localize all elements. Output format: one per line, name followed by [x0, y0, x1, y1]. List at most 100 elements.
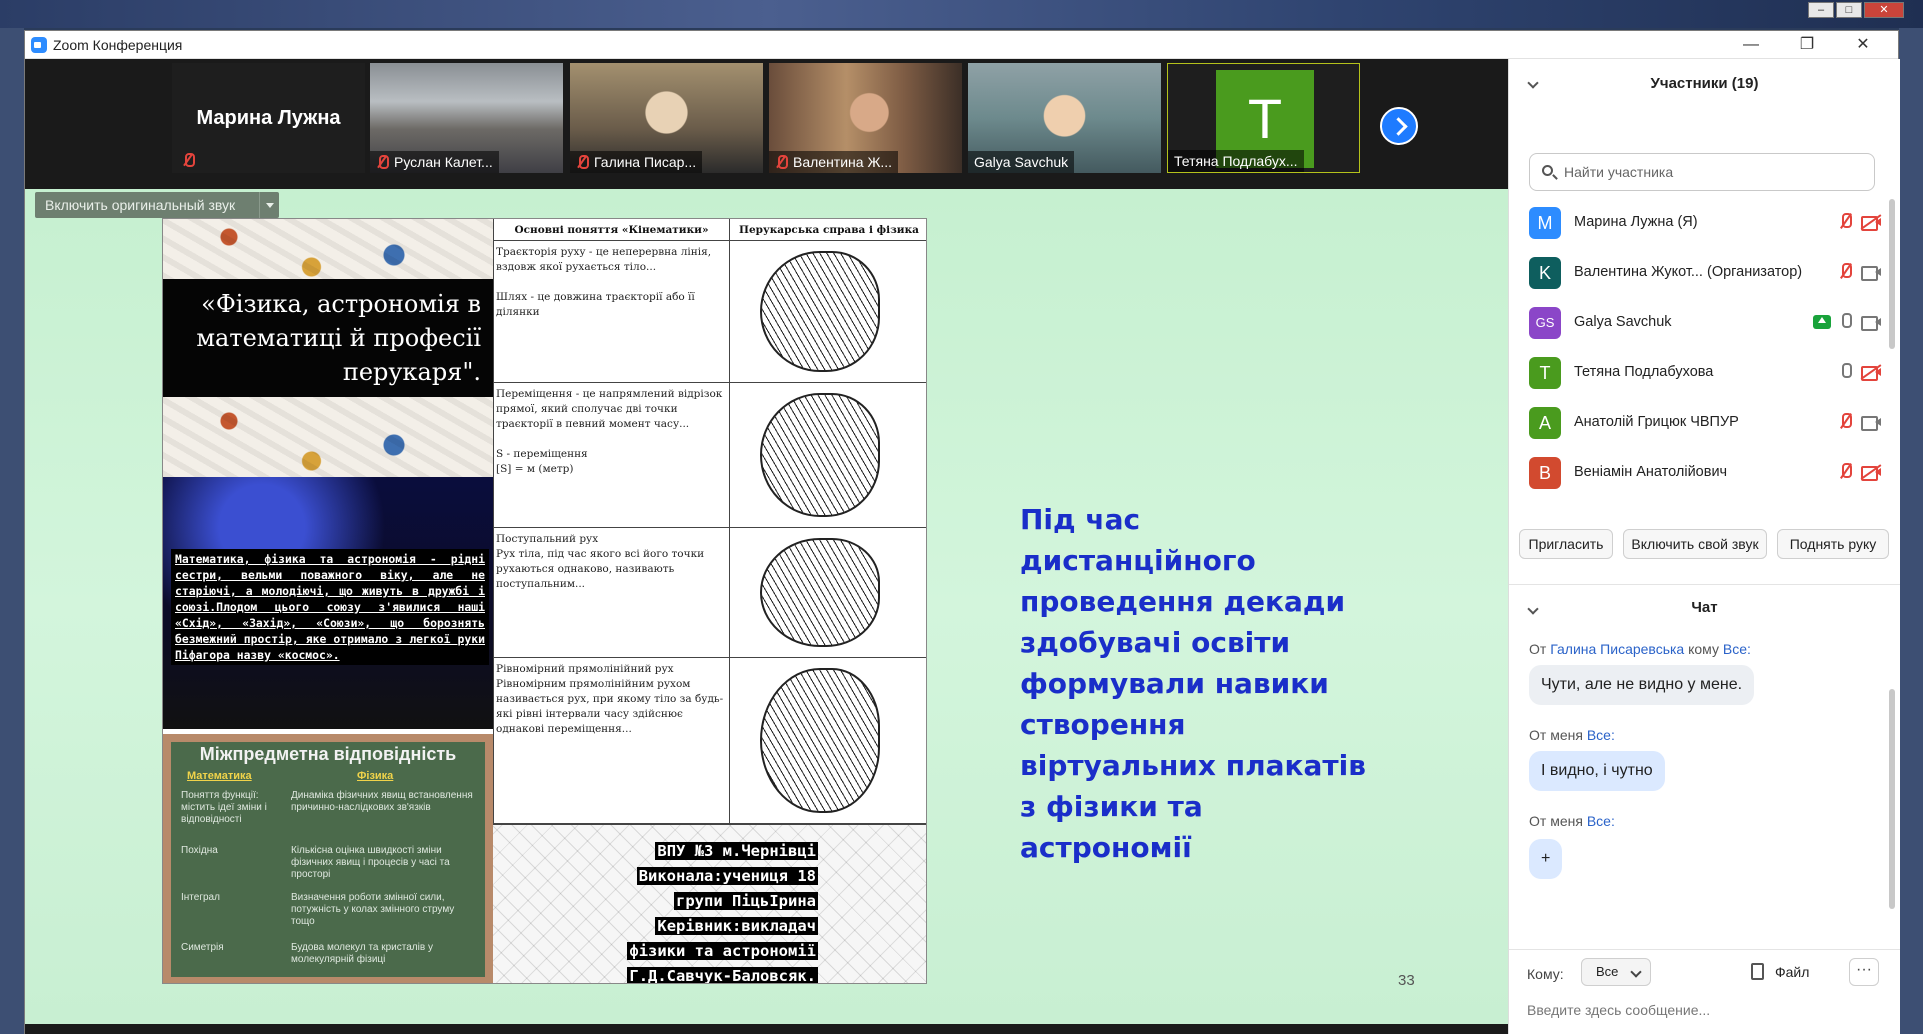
restore-button[interactable]: ❐: [1787, 33, 1827, 57]
invite-button[interactable]: Пригласить: [1519, 529, 1613, 559]
mic-icon[interactable]: [1839, 363, 1853, 381]
doodle-image: [163, 219, 493, 279]
chevron-down-icon[interactable]: [259, 192, 279, 218]
poster-space-text: Математика, фізика та астрономія - рідні…: [171, 549, 489, 665]
tile-name: Руслан Калет...: [394, 154, 493, 170]
video-strip: Марина Лужна Руслан Калет... Галина Писа…: [25, 59, 1508, 189]
poster-left-column: «Фізика, астрономія в математиці й профе…: [163, 219, 493, 983]
camera-off-icon[interactable]: [1860, 364, 1882, 381]
chat-message: +: [1529, 839, 1563, 879]
slide-number: 33: [1398, 972, 1415, 989]
tile-name: Галина Писар...: [594, 154, 697, 170]
next-page-arrow-icon[interactable]: [1380, 107, 1418, 145]
video-tile[interactable]: Руслан Калет...: [370, 63, 563, 173]
screen-share-area: Включить оригинальный звук «Фізика, астр…: [25, 189, 1508, 1024]
hair-sketch-image: [730, 383, 926, 528]
kinematics-header: Основні поняття «Кінематики»: [494, 219, 729, 241]
close-button[interactable]: ✕: [1843, 33, 1883, 57]
chat-scrollbar[interactable]: [1889, 689, 1895, 909]
kinematics-cell: Траєкторія руху - це неперервна лінія, в…: [494, 241, 730, 383]
original-sound-button[interactable]: Включить оригинальный звук: [35, 192, 279, 218]
credit-line: фізики та астрономії: [627, 942, 818, 960]
camera-off-icon[interactable]: [1860, 464, 1882, 481]
participant-actions: Пригласить Включить свой звук Поднять ру…: [1519, 529, 1891, 559]
video-tile[interactable]: Galya Savchuk: [968, 63, 1161, 173]
video-tile-active-speaker[interactable]: Марина Лужна: [172, 63, 365, 173]
zoom-window: Zoom Конференция — ❐ ✕ Марина Лужна Русл…: [24, 30, 1900, 1034]
board-col-phys: Фізика: [357, 770, 394, 782]
tile-name: Валентина Ж...: [793, 154, 893, 170]
mic-muted-icon[interactable]: [1839, 413, 1853, 431]
minimize-button[interactable]: —: [1731, 33, 1771, 57]
mic-muted-icon: [376, 155, 389, 169]
desktop-left-edge: [0, 28, 24, 1034]
participant-name: Валентина Жукот... (Организатор): [1574, 264, 1803, 280]
participant-name: Марина Лужна (Я): [1574, 214, 1698, 230]
window-title: Zoom Конференция: [53, 37, 183, 53]
credit-line: Керівник:викладач: [655, 917, 818, 935]
raise-hand-button[interactable]: Поднять руку: [1777, 529, 1889, 559]
mic-muted-icon[interactable]: [1839, 263, 1853, 281]
participant-row[interactable]: B Веніамін Анатолійович: [1509, 447, 1889, 497]
hairdressing-header: Перукарська справа і фізика: [730, 219, 926, 241]
avatar: GS: [1529, 307, 1561, 339]
message-input[interactable]: [1527, 998, 1867, 1022]
chalkboard-table: Міжпредметна відповідність Математика Фі…: [163, 734, 493, 983]
message-meta: От меня Все:: [1529, 813, 1615, 829]
recipient-link[interactable]: Все:: [1587, 727, 1615, 743]
recipient-link[interactable]: Все:: [1587, 813, 1615, 829]
original-sound-label: Включить оригинальный звук: [45, 197, 236, 213]
hair-sketch-image: [730, 658, 926, 824]
camera-off-icon[interactable]: [1860, 214, 1882, 231]
search-input[interactable]: Найти участника: [1529, 153, 1875, 191]
avatar: K: [1529, 257, 1561, 289]
board-row-right: Динаміка фізичних явищ встановлення прич…: [291, 790, 473, 813]
mic-muted-icon[interactable]: [1839, 463, 1853, 481]
participant-row[interactable]: K Валентина Жукот... (Организатор): [1509, 247, 1889, 297]
search-placeholder: Найти участника: [1564, 164, 1674, 180]
more-options-button[interactable]: ···: [1849, 958, 1879, 986]
camera-icon[interactable]: [1861, 416, 1881, 431]
mic-icon[interactable]: [1839, 313, 1853, 331]
outer-close-button[interactable]: ✕: [1864, 2, 1904, 18]
chat-header: Чат: [1509, 584, 1900, 624]
recipient-select[interactable]: Все: [1581, 958, 1651, 986]
unmute-self-button[interactable]: Включить свой звук: [1623, 529, 1767, 559]
hair-sketch-image: [730, 241, 926, 383]
video-tile[interactable]: Валентина Ж...: [769, 63, 962, 173]
file-icon: [1751, 963, 1764, 980]
participants-scrollbar[interactable]: [1889, 199, 1895, 349]
board-row-left: Інтеграл: [181, 892, 220, 903]
search-icon: [1542, 165, 1553, 176]
participant-row[interactable]: A Анатолій Грицюк ЧВПУР: [1509, 397, 1889, 447]
credit-line: Виконала:учениця 18: [636, 867, 818, 885]
participant-row[interactable]: M Марина Лужна (Я): [1509, 197, 1889, 247]
file-label: Файл: [1775, 964, 1810, 980]
outer-maximize-button[interactable]: □: [1836, 2, 1862, 18]
camera-icon[interactable]: [1861, 266, 1881, 281]
desktop-right-edge: [1899, 28, 1923, 1034]
participant-name: Galya Savchuk: [1574, 314, 1672, 330]
participant-row[interactable]: GS Galya Savchuk: [1509, 297, 1889, 347]
board-title: Міжпредметна відповідність: [199, 744, 457, 764]
mic-muted-icon: [576, 155, 589, 169]
file-button[interactable]: Файл: [1751, 963, 1810, 980]
poster-title: «Фізика, астрономія в математиці й профе…: [163, 279, 493, 397]
avatar: M: [1529, 207, 1561, 239]
mic-muted-icon: [775, 155, 788, 169]
to-label: Кому:: [1527, 966, 1564, 982]
participant-row[interactable]: T Тетяна Подлабухова: [1509, 347, 1889, 397]
mic-muted-icon[interactable]: [1839, 213, 1853, 231]
video-tile[interactable]: Галина Писар...: [570, 63, 763, 173]
credit-line: Г.Д.Савчук-Баловсяк.: [627, 967, 818, 984]
active-speaker-name: Марина Лужна: [196, 107, 341, 129]
recipient-link[interactable]: Все:: [1723, 641, 1751, 657]
side-panel: Участники (19) Найти участника M Марина …: [1508, 59, 1900, 1034]
camera-icon[interactable]: [1861, 316, 1881, 331]
slide-poster: «Фізика, астрономія в математиці й профе…: [162, 218, 927, 984]
sender-link[interactable]: Галина Писаревська: [1550, 641, 1684, 657]
participants-header: Участники (19): [1509, 59, 1900, 111]
outer-minimize-button[interactable]: –: [1808, 2, 1834, 18]
video-tile-avatar[interactable]: T Тетяна Подлабух...: [1167, 63, 1360, 173]
share-screen-icon: [1813, 315, 1831, 329]
